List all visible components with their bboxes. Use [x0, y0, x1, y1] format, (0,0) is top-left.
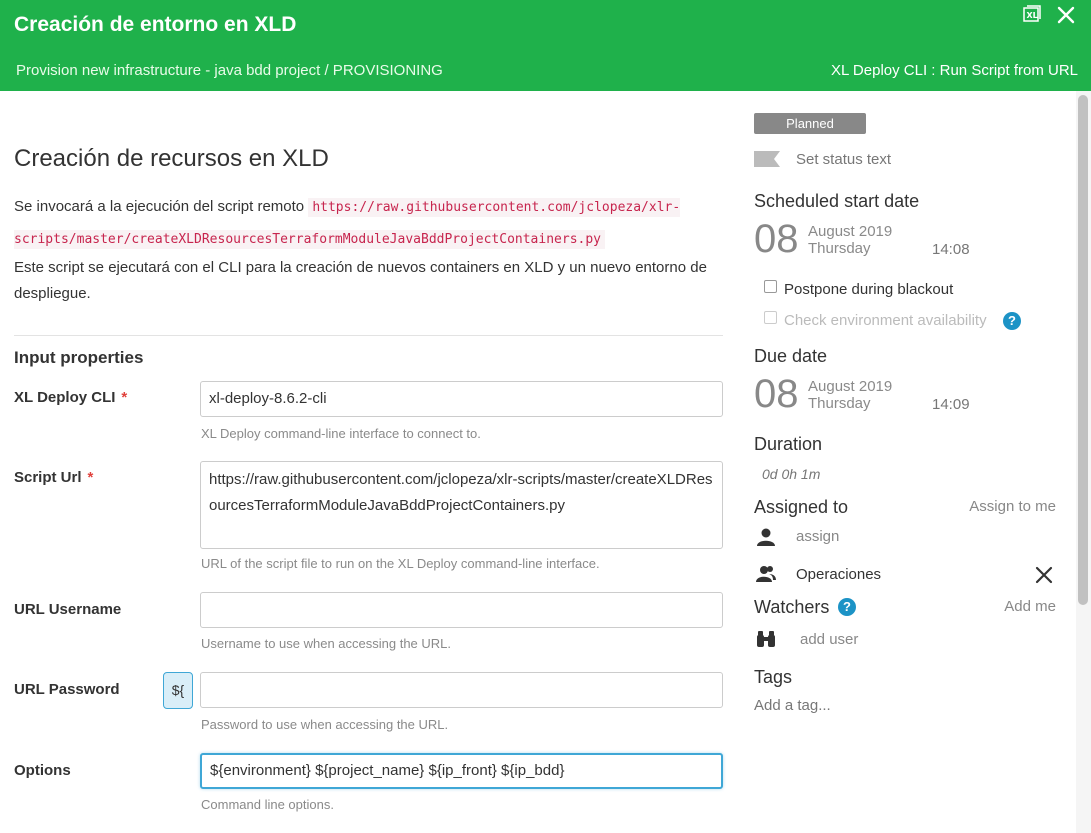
url-username-label: URL Username — [14, 601, 122, 618]
add-tag-input[interactable]: Add a tag... — [754, 697, 831, 714]
task-title[interactable]: Creación de recursos en XLD — [14, 145, 329, 173]
team-icon — [756, 566, 776, 582]
tags-heading: Tags — [754, 667, 793, 687]
svg-text:XL: XL — [1027, 11, 1038, 20]
options-input[interactable]: ${environment} ${project_name} ${ip_fron… — [200, 753, 723, 789]
description-text: Se invocará a la ejecución del script re… — [14, 198, 305, 215]
scrollbar-thumb[interactable] — [1078, 95, 1088, 605]
assign-user-input[interactable]: assign — [796, 528, 839, 545]
url-password-help: Password to use when accessing the URL. — [201, 717, 449, 732]
breadcrumb[interactable]: Provision new infrastructure - java bdd … — [16, 62, 443, 79]
xl-deploy-cli-label: XL Deploy CLI * — [14, 389, 128, 406]
url-password-input[interactable] — [200, 672, 723, 708]
assigned-to-heading: Assigned to — [754, 497, 849, 517]
user-icon — [757, 528, 775, 546]
postpone-checkbox[interactable] — [764, 280, 777, 293]
postpone-label: Postpone during blackout — [784, 281, 954, 298]
assigned-team[interactable]: Operaciones — [796, 566, 881, 583]
status-badge: Planned — [754, 113, 866, 134]
close-icon[interactable] — [1055, 4, 1077, 26]
required-mark: * — [87, 469, 94, 486]
due-date-weekday: Thursday — [808, 395, 871, 412]
task-description-secondary: Este script se ejecutará con el CLI para… — [14, 259, 707, 302]
scrollbar[interactable] — [1076, 91, 1091, 833]
scheduled-start-weekday: Thursday — [808, 240, 871, 257]
help-icon[interactable]: ? — [838, 598, 856, 616]
script-url-input[interactable]: https://raw.githubusercontent.com/jclope… — [200, 461, 723, 549]
xl-logo-icon[interactable]: XL — [1023, 5, 1041, 23]
due-date-time[interactable]: 14:09 — [932, 396, 970, 413]
add-me-link[interactable]: Add me — [1004, 598, 1056, 615]
duration-heading: Duration — [754, 434, 823, 454]
watchers-heading: Watchers — [754, 597, 830, 617]
due-date-month: August 2019 — [808, 378, 893, 395]
task-sidebar: Planned Set status text Scheduled start … — [740, 91, 1076, 833]
xl-deploy-cli-select[interactable]: xl-deploy-8.6.2-cli — [200, 381, 723, 417]
remove-team-icon[interactable] — [1034, 565, 1054, 585]
due-date-day[interactable]: 08 — [754, 372, 799, 417]
task-type-label: XL Deploy CLI : Run Script from URL — [830, 62, 1078, 79]
task-description[interactable]: Se invocará a la ejecución del script re… — [14, 191, 714, 255]
duration-value[interactable]: 0d 0h 1m — [762, 466, 820, 482]
url-username-input[interactable] — [200, 592, 723, 628]
script-url-help: URL of the script file to run on the XL … — [201, 556, 600, 571]
scheduled-start-heading: Scheduled start date — [754, 191, 920, 211]
add-watcher-input[interactable]: add user — [800, 631, 858, 648]
dialog-title: Creación de entorno en XLD — [14, 13, 297, 36]
divider — [14, 335, 723, 336]
options-help: Command line options. — [201, 797, 334, 812]
scheduled-start-day[interactable]: 08 — [754, 217, 799, 262]
dialog-header: Creación de entorno en XLD XL Provision … — [0, 0, 1091, 91]
input-properties-heading: Input properties — [14, 348, 144, 367]
required-mark: * — [121, 389, 128, 406]
check-environment-checkbox[interactable] — [764, 311, 777, 324]
set-status-text-link[interactable]: Set status text — [796, 151, 891, 168]
options-label: Options — [14, 762, 71, 779]
variable-toggle-button[interactable]: ${ — [163, 672, 193, 709]
url-username-help: Username to use when accessing the URL. — [201, 636, 452, 651]
assign-to-me-link[interactable]: Assign to me — [969, 498, 1056, 515]
scheduled-start-time[interactable]: 14:08 — [932, 241, 970, 258]
task-details-panel: Creación de recursos en XLD Se invocará … — [0, 91, 740, 833]
script-url-label: Script Url * — [14, 469, 94, 486]
due-date-heading: Due date — [754, 346, 828, 366]
binoculars-icon — [757, 631, 775, 647]
check-environment-label: Check environment availability — [784, 312, 987, 329]
flag-icon — [754, 151, 780, 167]
scheduled-start-month: August 2019 — [808, 223, 893, 240]
xl-deploy-cli-help: XL Deploy command-line interface to conn… — [201, 426, 481, 441]
help-icon[interactable]: ? — [1003, 312, 1021, 330]
url-password-label: URL Password — [14, 681, 120, 698]
